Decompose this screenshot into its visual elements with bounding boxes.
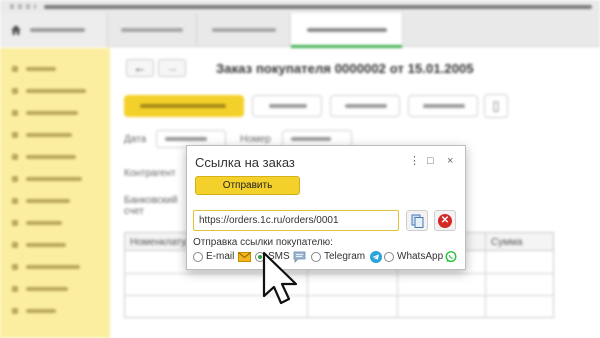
copy-button[interactable] — [406, 210, 428, 231]
sidebar-item-icon — [12, 242, 18, 248]
mouse-pointer-icon — [262, 251, 298, 305]
attachment-button[interactable]: ▯ — [484, 94, 508, 118]
sidebar-item-label — [26, 67, 56, 71]
sidebar-item-label — [26, 155, 76, 159]
button-label-placeholder — [345, 104, 387, 108]
back-button[interactable]: ← — [126, 59, 154, 77]
field-value-placeholder — [165, 137, 207, 141]
sidebar-item-label — [26, 309, 56, 313]
close-circle-icon: ✕ — [438, 214, 452, 228]
window-top-strip — [0, 0, 600, 13]
button-label-placeholder — [140, 104, 226, 108]
date-label: Дата — [124, 134, 147, 145]
telegram-icon — [370, 251, 382, 263]
column-divider — [485, 233, 486, 317]
sidebar-item-label — [26, 243, 66, 247]
clear-link-button[interactable]: ✕ — [434, 210, 456, 231]
bank-account-label: Банковский счет — [124, 195, 178, 217]
home-icon — [11, 25, 21, 35]
button-label-placeholder — [269, 104, 307, 108]
tab-label-placeholder — [212, 28, 276, 32]
page-title: Заказ покупателя 0000002 от 15.01.2005 — [216, 61, 474, 76]
telegram-radio[interactable] — [311, 252, 321, 262]
sidebar-item-icon — [12, 220, 18, 226]
sidebar-item-label — [26, 111, 78, 115]
send-button[interactable]: Отправить — [195, 176, 300, 195]
option-email[interactable]: E-mail — [193, 251, 253, 263]
whatsapp-label: WhatsApp — [397, 251, 444, 262]
tab-label-placeholder — [121, 28, 183, 32]
option-whatsapp[interactable]: WhatsApp — [384, 251, 462, 263]
tab-label-placeholder — [307, 28, 387, 32]
sidebar-item-label — [26, 287, 68, 291]
sidebar-item-label — [26, 177, 82, 181]
document-icon: ▯ — [492, 98, 500, 113]
whatsapp-radio[interactable] — [384, 252, 394, 262]
whatsapp-icon — [445, 251, 457, 263]
sidebar-item-label — [26, 199, 70, 203]
order-link-dialog: Ссылка на заказ ⋮ □ × Отправить ✕ Отправ… — [186, 145, 466, 270]
sidebar-item-icon — [12, 176, 18, 182]
sidebar-item-icon — [12, 66, 18, 72]
toolbar-button[interactable] — [330, 95, 400, 117]
row-divider — [125, 295, 553, 296]
close-icon[interactable]: × — [447, 155, 453, 167]
sidebar-item-label — [26, 221, 62, 225]
sidebar-item-label — [26, 89, 86, 93]
post-and-close-button[interactable] — [124, 95, 244, 117]
forward-button[interactable]: → — [158, 59, 186, 77]
sidebar-item-icon — [12, 88, 18, 94]
copy-icon — [411, 214, 424, 228]
more-menu-icon[interactable]: ⋮ — [409, 155, 420, 167]
tab-bar — [0, 13, 600, 48]
sidebar-item-icon — [12, 198, 18, 204]
number-label: Номер — [240, 134, 271, 145]
row-divider — [125, 273, 553, 274]
tab-home[interactable] — [0, 13, 108, 47]
envelope-icon — [238, 252, 251, 262]
maximize-icon[interactable]: □ — [427, 155, 434, 167]
option-telegram[interactable]: Telegram — [311, 251, 383, 263]
arrow-right-icon: → — [165, 60, 179, 75]
toolbar-button[interactable] — [252, 95, 322, 117]
sidebar — [0, 48, 110, 338]
button-label-placeholder — [423, 104, 465, 108]
tab-item[interactable] — [109, 13, 197, 47]
sidebar-item-icon — [12, 264, 18, 270]
tab-label-placeholder — [30, 28, 85, 32]
toolbar-button[interactable] — [408, 95, 478, 117]
order-url-field[interactable] — [193, 210, 399, 231]
sidebar-item-label — [26, 133, 72, 137]
sidebar-item-icon — [12, 132, 18, 138]
sidebar-item-label — [26, 265, 80, 269]
counterparty-label: Контрагент — [124, 168, 176, 179]
email-label: E-mail — [206, 251, 235, 262]
column-header-sum: Сумма — [491, 237, 523, 248]
window-controls — [10, 4, 36, 9]
tab-item[interactable] — [198, 13, 290, 47]
tab-active[interactable] — [291, 13, 403, 48]
sidebar-item-icon — [12, 154, 18, 160]
window-title-bar — [44, 5, 592, 9]
arrow-left-icon: ← — [133, 60, 147, 75]
sidebar-item-icon — [12, 308, 18, 314]
dialog-title: Ссылка на заказ — [195, 155, 295, 170]
telegram-label: Telegram — [324, 251, 366, 262]
field-value-placeholder — [291, 137, 331, 141]
sidebar-item-icon — [12, 286, 18, 292]
sidebar-item-icon — [12, 110, 18, 116]
email-radio[interactable] — [193, 252, 203, 262]
send-link-label: Отправка ссылки покупателю: — [193, 237, 333, 248]
